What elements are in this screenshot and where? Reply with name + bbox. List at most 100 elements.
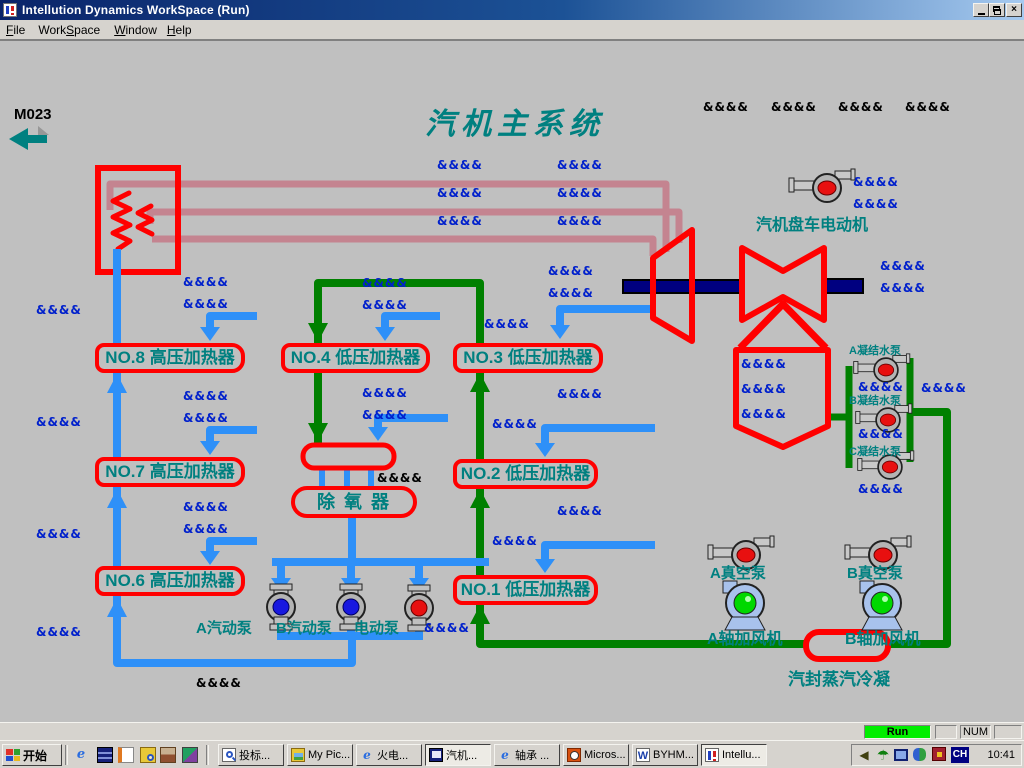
task-button-zhoucheng[interactable]: e 轴承 ... <box>494 744 560 766</box>
value-tag: &&&& <box>36 303 82 317</box>
window-title: Intellution Dynamics WorkSpace (Run) <box>22 3 250 17</box>
value-tag: &&&& <box>36 527 82 541</box>
value-tag: &&&& <box>858 482 904 496</box>
start-label: 开始 <box>23 747 47 764</box>
value-tag: &&&& <box>921 381 967 395</box>
notepad-quicklaunch-icon[interactable] <box>118 747 134 763</box>
value-tag: &&&& <box>36 625 82 639</box>
value-tag: &&&& <box>557 214 603 228</box>
value-tag: &&&& <box>492 534 538 548</box>
show-desktop-quicklaunch-icon[interactable] <box>160 747 176 763</box>
clock[interactable]: 10:41 <box>987 749 1015 761</box>
task-button-mypic[interactable]: My Pic... <box>287 744 353 766</box>
heater-no2: NO.2 低压加热器 <box>453 459 598 489</box>
minimize-button[interactable] <box>973 3 989 17</box>
task-button-intellution[interactable]: Intellu... <box>701 744 767 766</box>
minimize-icon <box>978 13 985 15</box>
value-tag: &&&& <box>362 386 408 400</box>
value-tag: &&&& <box>437 186 483 200</box>
ie-quicklaunch-icon[interactable]: e <box>73 747 89 763</box>
menu-window[interactable]: Window <box>114 23 157 37</box>
value-tag: &&&& <box>437 214 483 228</box>
run-mode-indicator: Run <box>864 725 931 739</box>
heater-no1: NO.1 低压加热器 <box>453 575 598 605</box>
users-icon[interactable] <box>913 748 926 761</box>
system-tray: ◀ ☂ CH 10:41 <box>851 744 1022 766</box>
menu-workspace[interactable]: WorkSpace <box>38 23 100 37</box>
task-label: Micros... <box>584 749 626 761</box>
value-tag: &&&& <box>557 387 603 401</box>
diagram-title: 汽机主系统 <box>425 99 605 143</box>
ie-icon: e <box>360 748 374 762</box>
value-tag: &&&& <box>771 100 817 114</box>
value-tag: &&&& <box>362 408 408 422</box>
task-label: 轴承 ... <box>515 747 549 763</box>
speaker-icon[interactable]: ◀ <box>856 747 872 763</box>
value-tag: &&&& <box>853 175 899 189</box>
task-label: 火电... <box>377 747 408 763</box>
heater-no3: NO.3 低压加热器 <box>453 343 603 373</box>
app-icon <box>3 3 17 17</box>
workspace-window: Intellution Dynamics WorkSpace (Run) × F… <box>0 0 1024 768</box>
value-tag: &&&& <box>183 275 229 289</box>
task-label: 投标... <box>239 747 270 763</box>
motor-pump-label: 电动泵 <box>354 617 399 638</box>
pictures-folder-icon <box>291 748 305 762</box>
value-tag: &&&& <box>362 298 408 312</box>
start-button[interactable]: 开始 <box>2 744 62 766</box>
task-button-qiji[interactable]: 汽机... <box>425 744 491 766</box>
cond-pump-b-label: B凝结水泵 <box>849 392 901 408</box>
value-tag: &&&& <box>557 158 603 172</box>
network-monitor-icon[interactable] <box>894 749 908 761</box>
value-tag: &&&& <box>557 504 603 518</box>
menu-file[interactable]: File <box>6 23 25 37</box>
steam-pump-b-label: B汽动泵 <box>276 617 332 638</box>
hmi-tray-icon[interactable] <box>932 747 946 761</box>
ie-icon: e <box>498 748 512 762</box>
value-tag: &&&& <box>492 417 538 431</box>
value-tag: &&&& <box>838 100 884 114</box>
status-panel-empty2 <box>994 725 1022 739</box>
restore-button[interactable] <box>989 3 1005 17</box>
heater-no8: NO.8 高压加热器 <box>95 343 245 373</box>
value-tag: &&&& <box>858 427 904 441</box>
task-button-toubiao[interactable]: 投标... <box>218 744 284 766</box>
deaerator: 除 氧 器 <box>291 486 417 518</box>
close-button[interactable]: × <box>1006 3 1022 17</box>
value-tag: &&&& <box>548 264 594 278</box>
value-tag: &&&& <box>183 500 229 514</box>
value-tag: &&&& <box>183 522 229 536</box>
steam-pump-a-label: A汽动泵 <box>196 617 252 638</box>
menu-help[interactable]: Help <box>167 23 192 37</box>
task-button-huodian[interactable]: e 火电... <box>356 744 422 766</box>
page-id: M023 <box>14 106 52 123</box>
numlock-indicator: NUM <box>960 725 991 739</box>
vacuum-pump-b-label: B真空泵 <box>847 562 903 583</box>
value-tag: &&&& <box>484 317 530 331</box>
umbrella-icon[interactable]: ☂ <box>875 747 891 763</box>
task-label: My Pic... <box>308 749 350 761</box>
heater-no6: NO.6 高压加热器 <box>95 566 245 596</box>
word-document-icon: W <box>636 748 650 762</box>
menu-bar: File WorkSpace Window Help <box>0 20 1024 40</box>
title-bar[interactable]: Intellution Dynamics WorkSpace (Run) × <box>0 0 1024 20</box>
value-tag: &&&& <box>905 100 951 114</box>
chart-quicklaunch-icon[interactable] <box>182 747 198 763</box>
value-tag: &&&& <box>183 389 229 403</box>
value-tag: &&&& <box>183 297 229 311</box>
input-language-indicator[interactable]: CH <box>951 747 969 763</box>
value-tag: &&&& <box>377 471 423 485</box>
task-button-byhm[interactable]: W BYHM... <box>632 744 698 766</box>
folder-search-quicklaunch-icon[interactable] <box>140 747 156 763</box>
taskbar-separator <box>65 745 68 765</box>
window-icon <box>429 748 443 762</box>
cond-pump-a-label: A凝结水泵 <box>849 342 901 358</box>
heater-no4: NO.4 低压加热器 <box>281 343 430 373</box>
value-tag: &&&& <box>196 676 242 690</box>
taskbar: 开始 e 投标... My Pic... e 火电... 汽机... e 轴承 … <box>0 740 1024 768</box>
keyboard-quicklaunch-icon[interactable] <box>97 747 113 763</box>
task-label: Intellu... <box>722 749 761 761</box>
task-button-micros[interactable]: Micros... <box>563 744 629 766</box>
value-tag: &&&& <box>741 382 787 396</box>
windows-logo-icon <box>6 749 20 761</box>
